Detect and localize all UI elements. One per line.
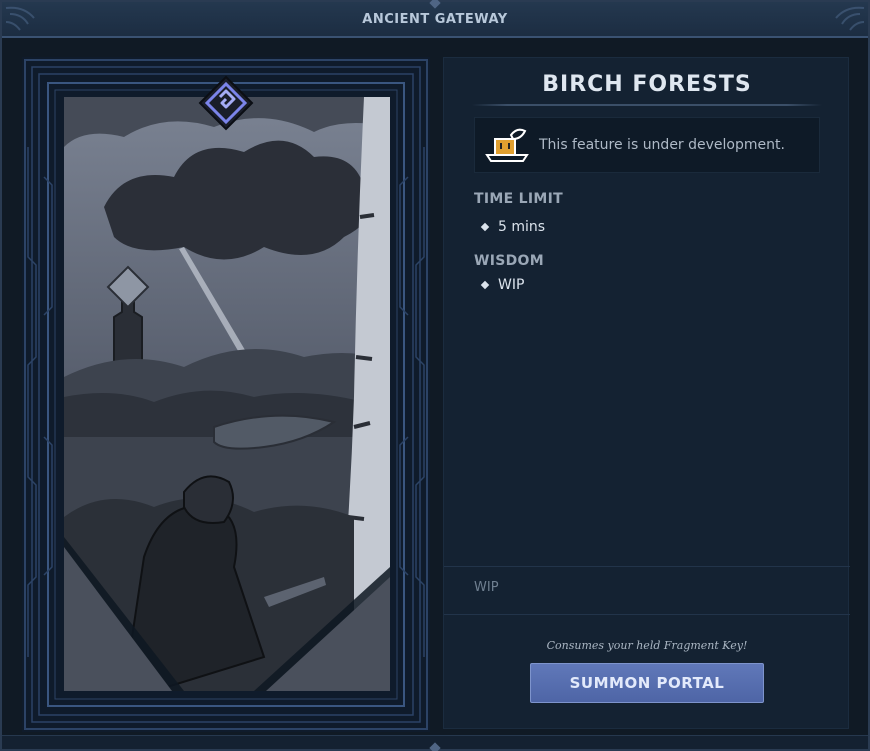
region-info-panel: BIRCH FORESTS This feature is under deve…: [443, 57, 850, 729]
footer-divider: [444, 566, 850, 567]
window-title: ANCIENT GATEWAY: [362, 11, 508, 27]
dev-notice: This feature is under development.: [474, 117, 820, 173]
bullet-diamond-icon: [480, 280, 490, 290]
under-construction-icon: [485, 128, 529, 162]
footer-divider-lower: [444, 614, 850, 615]
corner-ornament-icon: [835, 6, 865, 31]
footer-description: WIP: [474, 580, 499, 595]
portal-rune-icon: [198, 75, 254, 131]
time-limit-text: 5 mins: [498, 219, 546, 235]
time-limit-value: 5 mins: [480, 219, 546, 235]
corner-ornament-icon: [5, 6, 35, 31]
region-title: BIRCH FORESTS: [542, 72, 752, 97]
bullet-diamond-icon: [480, 222, 490, 232]
gateway-window: ANCIENT GATEWAY BIRCH FORESTS This featu…: [0, 0, 870, 751]
time-limit-label: TIME LIMIT: [474, 191, 563, 207]
bottom-border: [2, 735, 868, 751]
card-art-image: [64, 97, 390, 691]
summon-portal-button[interactable]: SUMMON PORTAL: [530, 663, 764, 703]
bottom-diamond-ornament: [429, 742, 441, 751]
wisdom-text: WIP: [498, 277, 525, 293]
title-divider: [472, 104, 822, 106]
wisdom-label: WISDOM: [474, 253, 544, 269]
consume-note: Consumes your held Fragment Key!: [546, 639, 748, 652]
dev-notice-text: This feature is under development.: [539, 137, 785, 153]
wisdom-value: WIP: [480, 277, 525, 293]
